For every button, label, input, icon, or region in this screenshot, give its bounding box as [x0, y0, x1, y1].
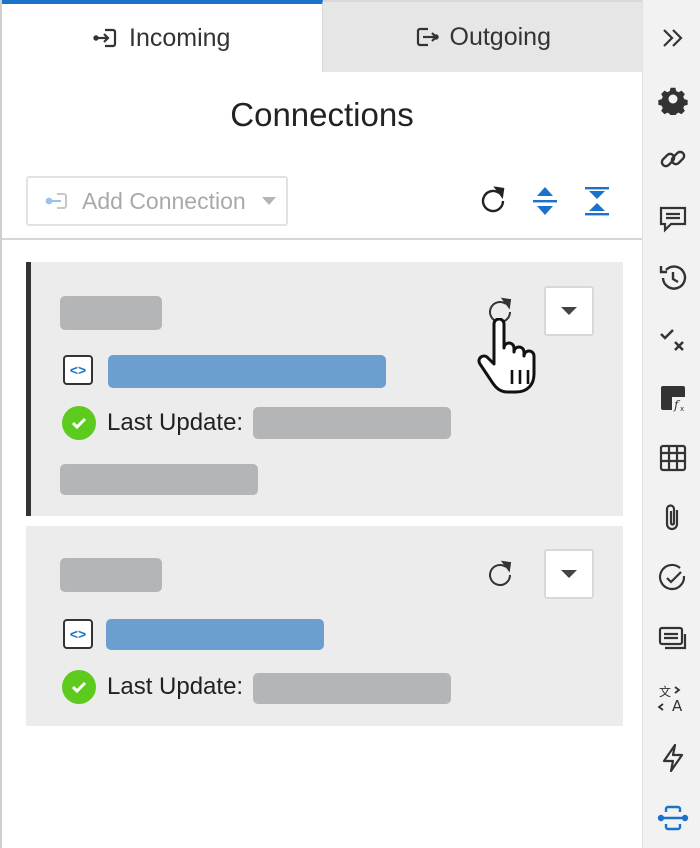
- connection-card[interactable]: <> Last Update:: [26, 526, 623, 726]
- formula-icon[interactable]: f x: [657, 382, 689, 414]
- refresh-all-icon[interactable]: [476, 184, 510, 218]
- code-icon: <>: [63, 355, 93, 385]
- connection-source-placeholder: [108, 355, 386, 388]
- svg-text:x: x: [680, 405, 684, 413]
- last-update-label: Last Update:: [107, 409, 244, 436]
- connections-icon[interactable]: [657, 802, 689, 834]
- comment-icon[interactable]: [657, 203, 689, 235]
- connection-name-placeholder: [60, 558, 162, 592]
- connections-panel: Incoming Outgoing Connections Add Connec…: [0, 0, 642, 848]
- tab-incoming-label: Incoming: [129, 23, 231, 52]
- connection-icon: [45, 193, 67, 209]
- connection-source-placeholder: [106, 619, 324, 650]
- code-icon: <>: [63, 619, 93, 649]
- card-menu-button[interactable]: [544, 286, 594, 336]
- connection-detail-placeholder: [60, 464, 258, 495]
- history-icon[interactable]: [657, 262, 689, 294]
- expand-icon[interactable]: [657, 22, 689, 54]
- collapse-all-icon[interactable]: [580, 184, 614, 218]
- tab-outgoing[interactable]: Outgoing: [322, 0, 642, 72]
- expand-all-icon[interactable]: [528, 184, 562, 218]
- svg-text:A: A: [672, 697, 683, 714]
- chevron-down-icon: [561, 570, 577, 578]
- approval-icon[interactable]: [657, 562, 689, 594]
- check-icon: [62, 670, 96, 704]
- link-icon[interactable]: [657, 143, 689, 175]
- forms-icon[interactable]: [657, 622, 689, 654]
- automation-icon[interactable]: [657, 742, 689, 774]
- page-title: Connections: [230, 96, 414, 133]
- chevron-down-icon: [261, 197, 276, 205]
- tab-bar: Incoming Outgoing: [2, 0, 642, 72]
- right-sidebar: f x 文 A: [642, 0, 700, 848]
- table-icon[interactable]: [657, 442, 689, 474]
- attachment-icon[interactable]: [657, 502, 689, 534]
- add-connection-button[interactable]: Add Connection: [26, 176, 288, 226]
- card-menu-button[interactable]: [544, 549, 594, 599]
- refresh-icon[interactable]: [483, 558, 517, 592]
- last-update-label: Last Update:: [107, 673, 244, 700]
- chevron-down-icon: [561, 307, 577, 315]
- last-update-value-placeholder: [253, 673, 451, 704]
- hand-cursor-icon: [477, 318, 536, 394]
- connection-name-placeholder: [60, 296, 162, 330]
- last-update-value-placeholder: [253, 407, 451, 439]
- svg-text:文: 文: [659, 684, 671, 699]
- toolbar: Add Connection: [2, 174, 642, 240]
- check-icon: [62, 406, 96, 440]
- tab-outgoing-label: Outgoing: [449, 22, 551, 51]
- translate-icon[interactable]: 文 A: [657, 682, 689, 714]
- outgoing-icon: [416, 27, 439, 47]
- incoming-icon: [93, 28, 117, 48]
- tab-incoming[interactable]: Incoming: [2, 0, 323, 72]
- gear-icon[interactable]: [657, 83, 689, 115]
- add-connection-label: Add Connection: [82, 187, 246, 214]
- checks-icon[interactable]: [657, 322, 689, 354]
